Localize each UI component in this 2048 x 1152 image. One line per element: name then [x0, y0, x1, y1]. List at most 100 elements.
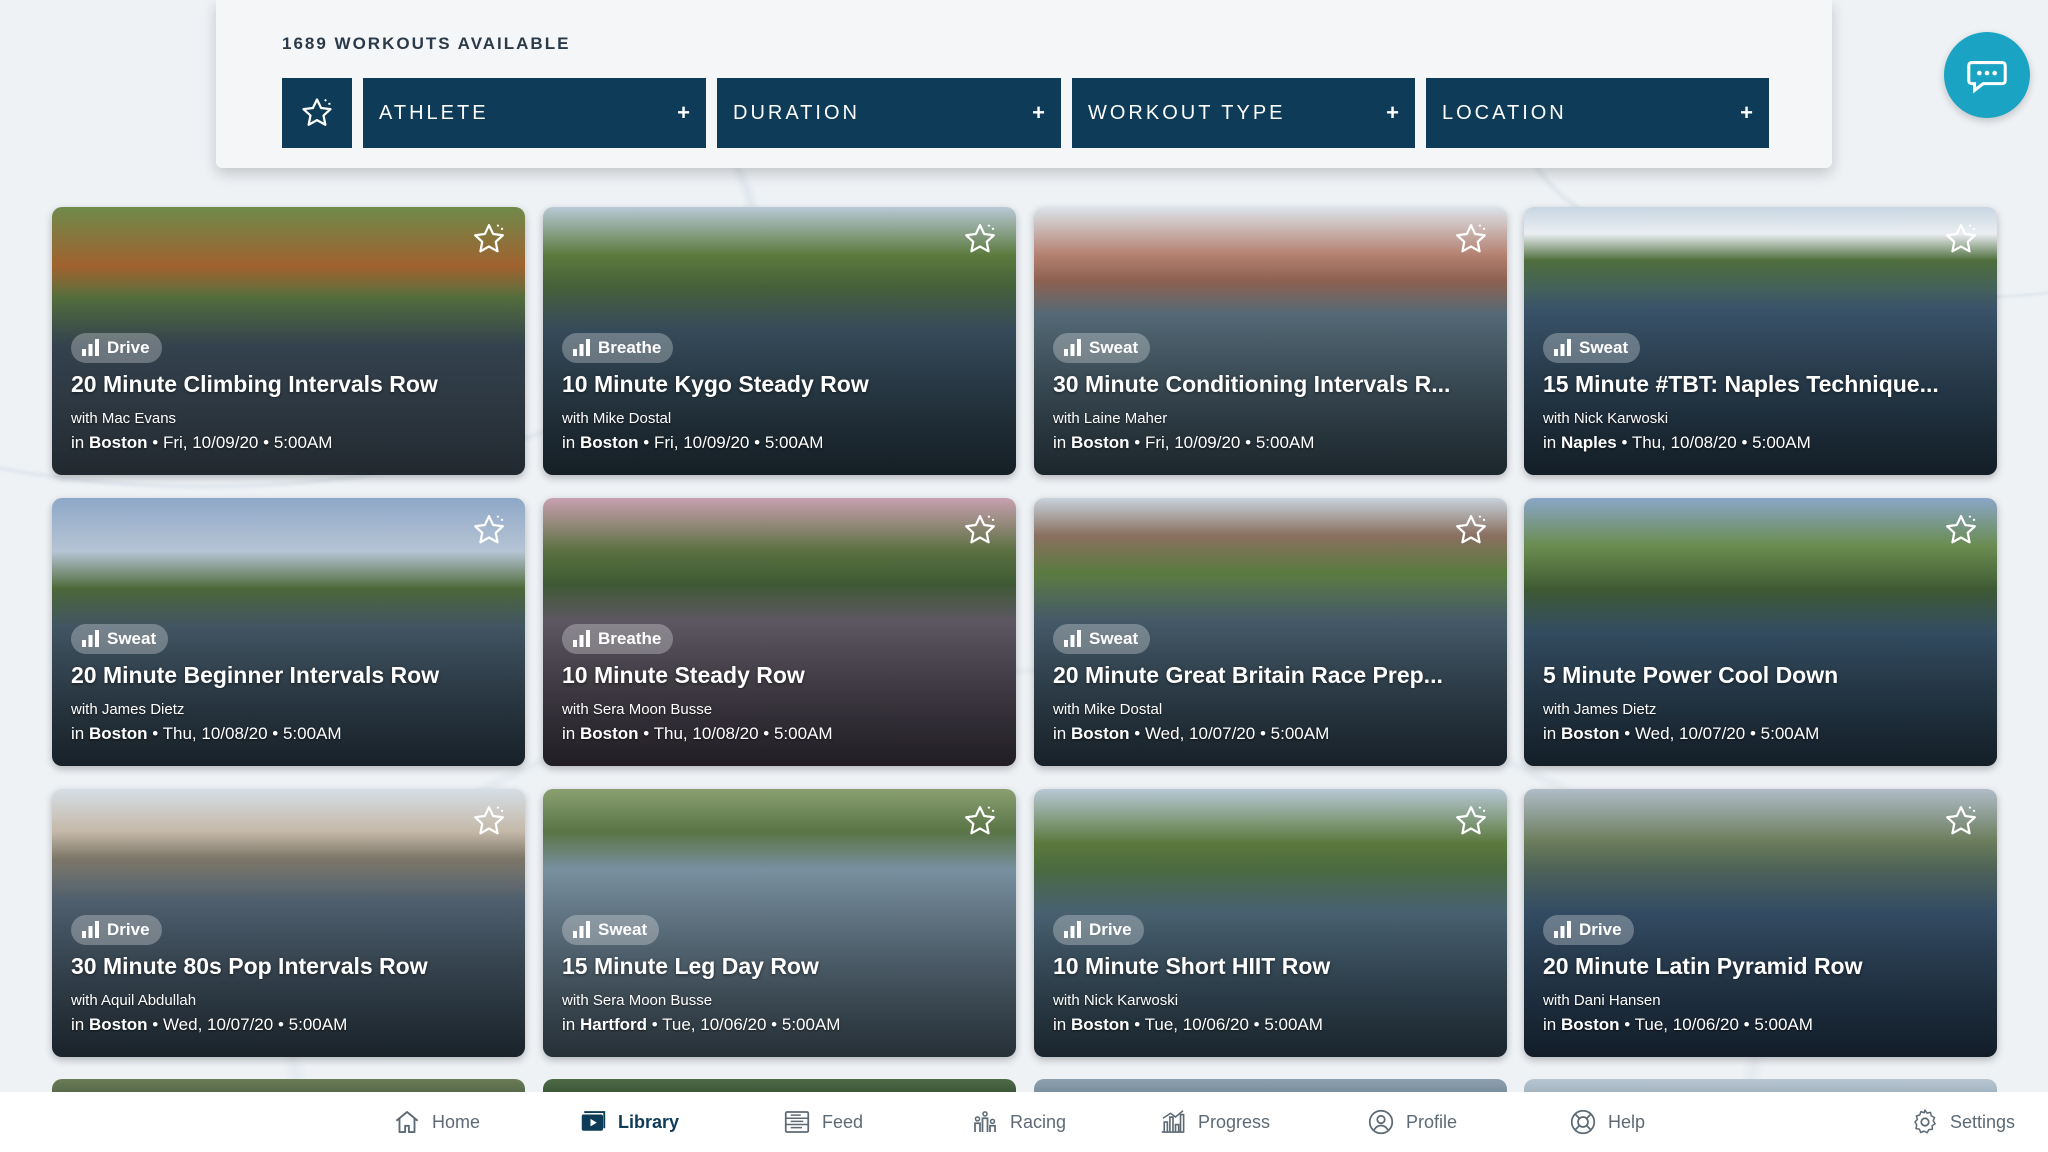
meta-city: Boston: [1560, 1015, 1620, 1034]
nav-help[interactable]: Help: [1568, 1092, 1645, 1152]
workout-coach: with James Dietz: [1543, 701, 1657, 718]
intensity-label: Sweat: [1579, 338, 1629, 357]
favorite-star-icon[interactable]: [962, 803, 998, 839]
meta-city: Boston: [1070, 1015, 1130, 1034]
workout-card[interactable]: Sweat 20 Minute Great Britain Race Prep..…: [1034, 498, 1507, 766]
favorite-star-icon[interactable]: [1453, 512, 1489, 548]
nav-library[interactable]: Library: [578, 1092, 679, 1152]
meta-city: Boston: [1560, 724, 1620, 743]
intensity-bars-icon: [1064, 339, 1081, 356]
meta-date: Thu, 10/08/20: [1631, 433, 1737, 452]
favorite-star-icon[interactable]: [1943, 221, 1979, 257]
workout-type-filter-button[interactable]: WORKOUT TYPE +: [1072, 78, 1415, 148]
workout-card[interactable]: Drive 30 Minute 80s Pop Intervals Row with…: [52, 789, 525, 1057]
intensity-label: Breathe: [598, 629, 662, 648]
intensity-badge: Sweat: [1053, 624, 1151, 654]
meta-separator: •: [1245, 433, 1252, 452]
intensity-badge: Breathe: [562, 333, 674, 363]
workout-meta: in Boston • Wed, 10/07/20 • 5:00AM: [71, 1015, 347, 1035]
nav-label: Help: [1608, 1111, 1646, 1132]
meta-time: 5:00AM: [288, 1015, 348, 1034]
workout-title: 10 Minute Kygo Steady Row: [562, 371, 869, 397]
intensity-badge: Sweat: [1543, 333, 1641, 363]
filter-row: ATHLETE + DURATION + WORKOUT TYPE + LOCA…: [282, 78, 1769, 148]
meta-separator: •: [152, 1015, 159, 1034]
nav-feed[interactable]: Feed: [782, 1092, 863, 1152]
workout-card[interactable]: Drive 20 Minute Climbing Intervals Row wit…: [52, 207, 525, 475]
duration-filter-button[interactable]: DURATION +: [717, 78, 1061, 148]
workout-coach: with Mike Dostal: [562, 410, 672, 427]
chat-button[interactable]: [1944, 32, 2030, 118]
intensity-label: Drive: [1579, 920, 1622, 939]
meta-city: Boston: [88, 1015, 148, 1034]
meta-separator: •: [643, 724, 650, 743]
favorite-star-icon[interactable]: [962, 221, 998, 257]
workout-card[interactable]: Sweat 20 Minute Beginner Intervals Row wit…: [52, 498, 525, 766]
workout-meta: in Boston • Tue, 10/06/20 • 5:00AM: [1543, 1015, 1813, 1035]
workout-coach: with Nick Karwoski: [1053, 992, 1179, 1009]
workout-card[interactable]: Breathe 10 Minute Kygo Steady Row with Mik…: [543, 207, 1016, 475]
athlete-filter-button[interactable]: ATHLETE +: [363, 78, 706, 148]
favorite-star-icon[interactable]: [471, 512, 507, 548]
bottom-navigation: Home Library Feed Racing Progress Profil…: [0, 1092, 2048, 1152]
meta-time: 5:00AM: [764, 433, 824, 452]
workout-card[interactable]: Drive 10 Minute Short HIIT Row with Nick K…: [1034, 789, 1507, 1057]
nav-progress[interactable]: Progress: [1158, 1092, 1270, 1152]
meta-prefix: in: [1053, 724, 1067, 743]
favorites-filter-button[interactable]: [282, 78, 352, 148]
favorite-star-icon[interactable]: [471, 221, 507, 257]
meta-date: Tue, 10/06/20: [662, 1015, 767, 1034]
nav-profile[interactable]: Profile: [1366, 1092, 1457, 1152]
workout-card-partial[interactable]: [543, 1079, 1016, 1093]
nav-label: Settings: [1950, 1111, 2016, 1132]
meta-prefix: in: [71, 1015, 85, 1034]
favorite-star-icon[interactable]: [1943, 512, 1979, 548]
meta-separator: •: [754, 433, 761, 452]
workout-meta: in Boston • Thu, 10/08/20 • 5:00AM: [71, 724, 342, 744]
meta-time: 5:00AM: [1752, 433, 1811, 452]
nav-racing[interactable]: Racing: [970, 1092, 1066, 1152]
intensity-label: Sweat: [1089, 338, 1139, 357]
plus-icon: +: [1740, 100, 1753, 125]
favorite-star-icon[interactable]: [1943, 803, 1979, 839]
workout-card[interactable]: Breathe 10 Minute Steady Row with Sera Moo…: [543, 498, 1016, 766]
star-icon: [302, 98, 332, 126]
nav-settings[interactable]: Settings: [1910, 1092, 2015, 1152]
workout-card[interactable]: Sweat 15 Minute #TBT: Naples Technique...…: [1524, 207, 1997, 475]
meta-date: Wed, 10/07/20: [1634, 724, 1746, 743]
meta-separator: •: [763, 724, 770, 743]
intensity-bars-icon: [1064, 921, 1081, 938]
workout-meta: in Boston • Thu, 10/08/20 • 5:00AM: [562, 724, 833, 744]
workout-card[interactable]: Sweat 15 Minute Leg Day Row with Sera Moon…: [543, 789, 1016, 1057]
favorite-star-icon[interactable]: [471, 803, 507, 839]
meta-date: Thu, 10/08/20: [653, 724, 759, 743]
filter-label: WORKOUT TYPE: [1088, 101, 1286, 124]
workout-card-partial[interactable]: [1524, 1079, 1997, 1093]
favorite-star-icon[interactable]: [1453, 221, 1489, 257]
meta-prefix: in: [562, 1015, 576, 1034]
intensity-badge: Drive: [1543, 915, 1634, 945]
workout-title: 20 Minute Climbing Intervals Row: [71, 371, 438, 397]
nav-label: Progress: [1198, 1111, 1271, 1132]
meta-prefix: in: [71, 724, 85, 743]
workout-card[interactable]: 5 Minute Power Cool Down with James Dietz…: [1524, 498, 1997, 766]
meta-separator: •: [152, 433, 159, 452]
workout-card[interactable]: Sweat 30 Minute Conditioning Intervals R.…: [1034, 207, 1507, 475]
workout-title: 20 Minute Great Britain Race Prep...: [1053, 662, 1443, 688]
workout-card-partial[interactable]: [1034, 1079, 1507, 1093]
filter-label: LOCATION: [1442, 101, 1567, 124]
location-filter-button[interactable]: LOCATION +: [1426, 78, 1769, 148]
meta-time: 5:00AM: [1255, 433, 1315, 452]
intensity-badge: Drive: [1053, 915, 1144, 945]
workout-card[interactable]: Drive 20 Minute Latin Pyramid Row with Dan…: [1524, 789, 1997, 1057]
intensity-badge: Drive: [71, 915, 162, 945]
intensity-bars-icon: [1554, 921, 1571, 938]
meta-separator: •: [1624, 724, 1631, 743]
favorite-star-icon[interactable]: [962, 512, 998, 548]
favorite-star-icon[interactable]: [1453, 803, 1489, 839]
nav-home[interactable]: Home: [392, 1092, 480, 1152]
workout-card-partial[interactable]: [52, 1079, 525, 1093]
intensity-bars-icon: [573, 630, 590, 647]
intensity-label: Sweat: [107, 629, 157, 648]
workout-title: 10 Minute Short HIIT Row: [1053, 953, 1331, 979]
